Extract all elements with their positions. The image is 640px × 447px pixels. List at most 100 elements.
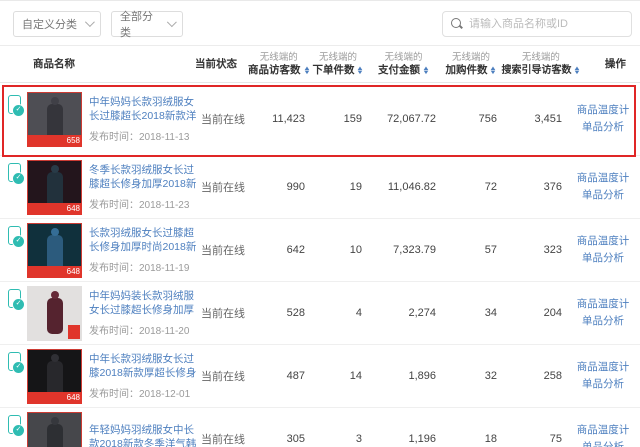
visitors-value: 11,423 — [272, 113, 305, 125]
sort-icon[interactable]: ▲ ▼ — [574, 66, 582, 76]
analysis-link[interactable]: 单品分析 — [582, 250, 624, 267]
status-text: 当前在线 — [201, 114, 245, 126]
thermometer-link[interactable]: 商品温度计 — [577, 359, 630, 376]
product-cell: 658 中年妈妈长款羽绒服女长过膝超长2018新款洋气冬季大毛领加厚 发布时间：… — [8, 91, 201, 147]
payment-value: 1,896 — [408, 370, 436, 382]
product-image[interactable] — [27, 285, 82, 341]
corner-tag — [68, 324, 80, 339]
table-row: 648 长款羽绒服女长过膝超长修身加厚时尚2018新款年轻中年妈妈装 发布时间：… — [0, 219, 640, 282]
actions-cell: 商品温度计 单品分析 — [568, 102, 638, 136]
product-cell: 648 中年长款羽绒服女长过膝2018新款厚超长修身时尚显瘦洋气妈妈 发布时间：… — [8, 348, 201, 404]
publish-date: 发布时间：2018-11-13 — [89, 132, 190, 143]
actions-cell: 商品温度计 单品分析 — [568, 359, 638, 393]
product-image[interactable]: 648 — [27, 348, 82, 404]
payment-value: 1,196 — [408, 433, 436, 445]
thermometer-link[interactable]: 商品温度计 — [577, 233, 630, 250]
orders-value: 19 — [349, 181, 362, 193]
sort-icon[interactable]: ▲ ▼ — [357, 66, 365, 76]
product-title-link[interactable]: 中年长款羽绒服女长过膝2018新款厚超长修身时尚显瘦洋气妈妈 — [89, 352, 201, 380]
product-cell: 年轻妈妈羽绒服女中长款2018新款冬季洋气韩版中年加厚大毛领 — [8, 411, 201, 447]
actions-cell: 商品温度计 单品分析 — [568, 296, 638, 330]
custom-category-select[interactable]: 自定义分类 — [13, 10, 101, 37]
product-analytics-page: 自定义分类 全部分类 商品名称 当前状态 无线端的 商品访客数▲▼ 无线端的 下… — [0, 0, 640, 447]
product-image[interactable] — [27, 411, 82, 447]
header-payment-sortable[interactable]: 无线端的 支付金额 ▲ ▼ — [366, 51, 440, 77]
visitors-value: 528 — [286, 307, 305, 319]
search-box[interactable] — [442, 10, 632, 37]
header-orders-sortable[interactable]: 无线端的 下单件数 ▲ ▼ — [309, 51, 366, 77]
visitors-value: 305 — [286, 433, 305, 445]
header-visitors-sortable[interactable]: 无线端的 商品访客数 ▲ ▼ — [248, 51, 311, 77]
product-info: 冬季长款羽绒服女长过膝超长修身加厚2018新款中年时尚大码白 发布时间：2018… — [89, 163, 201, 211]
analysis-link[interactable]: 单品分析 — [582, 439, 624, 447]
header-actions: 操作 — [604, 57, 626, 70]
actions-cell: 商品温度计 单品分析 — [568, 233, 638, 267]
search-visitors-value: 75 — [549, 433, 562, 445]
payment-value: 2,274 — [408, 307, 436, 319]
product-title-link[interactable]: 冬季长款羽绒服女长过膝超长修身加厚2018新款中年时尚大码白 — [89, 163, 201, 191]
analysis-link[interactable]: 单品分析 — [582, 313, 624, 330]
header-cart-sortable[interactable]: 无线端的 加购件数 ▲ ▼ — [440, 51, 501, 77]
mobile-online-icon — [8, 288, 25, 311]
thermometer-link[interactable]: 商品温度计 — [577, 422, 630, 439]
publish-date: 发布时间：2018-11-19 — [89, 263, 190, 274]
thermometer-link[interactable]: 商品温度计 — [577, 170, 630, 187]
actions-cell: 商品温度计 单品分析 — [568, 422, 638, 447]
product-image[interactable]: 658 — [27, 91, 82, 147]
product-cell: 648 冬季长款羽绒服女长过膝超长修身加厚2018新款中年时尚大码白 发布时间：… — [8, 159, 201, 215]
product-title-link[interactable]: 年轻妈妈羽绒服女中长款2018新款冬季洋气韩版中年加厚大毛领 — [89, 423, 201, 447]
product-cell: 648 长款羽绒服女长过膝超长修身加厚时尚2018新款年轻中年妈妈装 发布时间：… — [8, 222, 201, 278]
product-info: 长款羽绒服女长过膝超长修身加厚时尚2018新款年轻中年妈妈装 发布时间：2018… — [89, 226, 201, 274]
analysis-link[interactable]: 单品分析 — [582, 187, 624, 204]
table-row: 年轻妈妈羽绒服女中长款2018新款冬季洋气韩版中年加厚大毛领 当前在线 305 … — [0, 408, 640, 447]
all-category-select[interactable]: 全部分类 — [111, 10, 183, 39]
cart-adds-value: 756 — [478, 113, 497, 125]
search-visitors-value: 258 — [543, 370, 562, 382]
price-banner: 648 — [27, 265, 82, 278]
sort-icon[interactable]: ▲ ▼ — [303, 66, 311, 76]
product-image[interactable]: 648 — [27, 222, 82, 278]
status-text: 当前在线 — [201, 308, 245, 320]
product-title-link[interactable]: 长款羽绒服女长过膝超长修身加厚时尚2018新款年轻中年妈妈装 — [89, 226, 201, 254]
mobile-online-icon — [8, 414, 25, 437]
visitors-value: 642 — [286, 244, 305, 256]
table-row: 648 冬季长款羽绒服女长过膝超长修身加厚2018新款中年时尚大码白 发布时间：… — [0, 156, 640, 219]
search-visitors-value: 3,451 — [534, 113, 562, 125]
custom-category-label: 自定义分类 — [22, 18, 77, 31]
chevron-down-icon — [84, 17, 95, 28]
header-search-visitors-sortable[interactable]: 无线端的 搜索引导访客数 ▲ ▼ — [501, 51, 582, 77]
mobile-online-icon — [8, 225, 25, 248]
product-info: 中年长款羽绒服女长过膝2018新款厚超长修身时尚显瘦洋气妈妈 发布时间：2018… — [89, 352, 201, 400]
orders-value: 159 — [343, 113, 362, 125]
table-row: 648 中年长款羽绒服女长过膝2018新款厚超长修身时尚显瘦洋气妈妈 发布时间：… — [0, 345, 640, 408]
product-image[interactable]: 648 — [27, 159, 82, 215]
sort-icon[interactable]: ▲ ▼ — [422, 66, 430, 76]
thermometer-link[interactable]: 商品温度计 — [577, 296, 630, 313]
sort-icon[interactable]: ▲ ▼ — [490, 66, 498, 76]
mobile-online-icon — [8, 162, 25, 185]
price-banner: 648 — [27, 391, 82, 404]
search-visitors-value: 376 — [543, 181, 562, 193]
table-row: 中年妈妈装长款羽绒服女长过膝超长修身加厚时尚2018新款年轻 发布时间：2018… — [0, 282, 640, 345]
search-visitors-value: 323 — [543, 244, 562, 256]
search-input[interactable] — [469, 17, 623, 30]
publish-date: 发布时间：2018-11-20 — [89, 326, 190, 337]
price-banner: 648 — [27, 202, 82, 215]
status-text: 当前在线 — [201, 371, 245, 383]
orders-value: 4 — [355, 307, 362, 319]
product-info: 中年妈妈装长款羽绒服女长过膝超长修身加厚时尚2018新款年轻 发布时间：2018… — [89, 289, 201, 337]
coat-illustration — [46, 297, 63, 334]
cart-adds-value: 32 — [484, 370, 497, 382]
status-text: 当前在线 — [201, 434, 245, 446]
product-info: 中年妈妈长款羽绒服女长过膝超长2018新款洋气冬季大毛领加厚 发布时间：2018… — [89, 95, 201, 143]
search-visitors-value: 204 — [543, 307, 562, 319]
payment-value: 7,323.79 — [393, 244, 436, 256]
thermometer-link[interactable]: 商品温度计 — [577, 102, 630, 119]
all-category-label: 全部分类 — [120, 10, 153, 39]
filter-bar: 自定义分类 全部分类 — [0, 1, 640, 45]
product-title-link[interactable]: 中年妈妈长款羽绒服女长过膝超长2018新款洋气冬季大毛领加厚 — [89, 95, 201, 123]
product-title-link[interactable]: 中年妈妈装长款羽绒服女长过膝超长修身加厚时尚2018新款年轻 — [89, 289, 201, 317]
table-row: 658 中年妈妈长款羽绒服女长过膝超长2018新款洋气冬季大毛领加厚 发布时间：… — [0, 83, 640, 156]
analysis-link[interactable]: 单品分析 — [582, 119, 624, 136]
analysis-link[interactable]: 单品分析 — [582, 376, 624, 393]
